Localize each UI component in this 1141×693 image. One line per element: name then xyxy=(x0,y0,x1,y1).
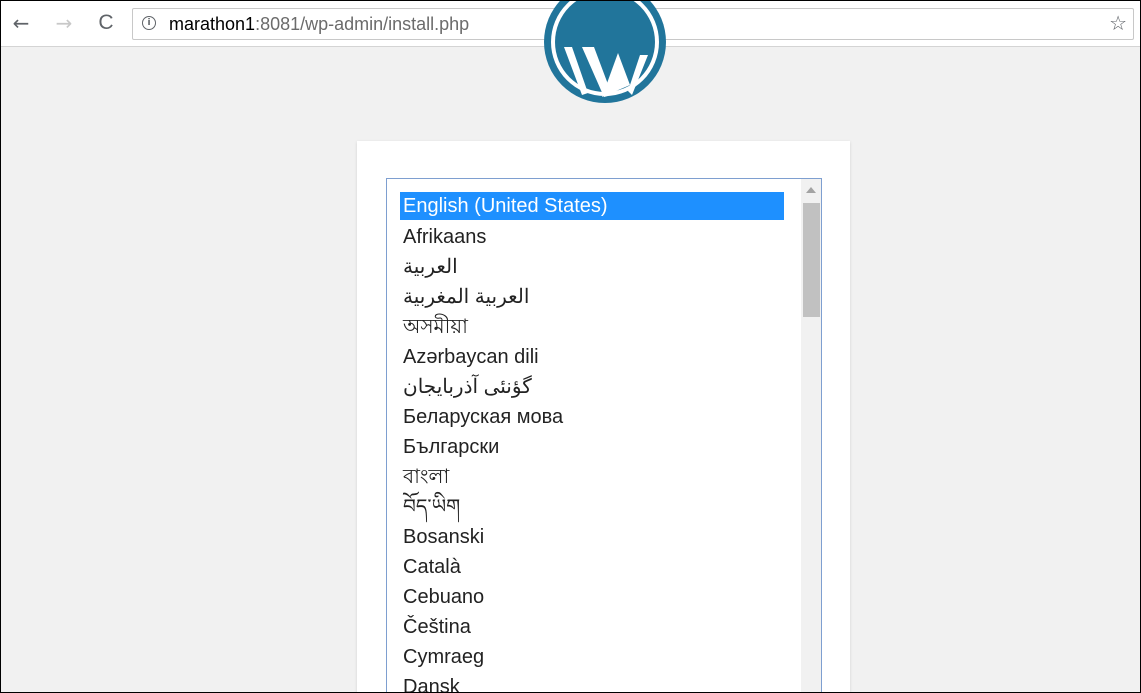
scroll-up-arrow-icon[interactable] xyxy=(806,187,816,193)
reload-button[interactable]: C xyxy=(94,11,118,35)
url-path: :8081/wp-admin/install.php xyxy=(255,14,470,34)
wordpress-logo-icon xyxy=(544,1,666,103)
forward-button[interactable]: → xyxy=(52,11,76,35)
setup-card: English (United States) Afrikaans العربية ا… xyxy=(357,141,850,692)
bookmark-star-icon[interactable]: ☆ xyxy=(1109,12,1127,34)
language-option[interactable]: گؤنئی آذربایجان xyxy=(400,372,784,402)
scrollbar[interactable] xyxy=(801,179,821,692)
language-option[interactable]: Bosanski xyxy=(400,522,784,552)
language-option[interactable]: Cebuano xyxy=(400,582,784,612)
language-option[interactable]: Dansk xyxy=(400,672,784,692)
url-host: marathon1 xyxy=(169,14,256,34)
scrollbar-thumb[interactable] xyxy=(803,203,820,317)
language-option[interactable]: Čeština xyxy=(400,612,784,642)
browser-window: ← → C i marathon1:8081/wp-admin/install.… xyxy=(0,0,1141,693)
language-option[interactable]: Afrikaans xyxy=(400,222,784,252)
language-option[interactable]: العربية xyxy=(400,252,784,282)
language-option[interactable]: অসমীয়া xyxy=(400,312,784,342)
language-option[interactable]: Català xyxy=(400,552,784,582)
language-option[interactable]: العربية المغربية xyxy=(400,282,784,312)
language-option[interactable]: Български xyxy=(400,432,784,462)
language-option[interactable]: বাংলা xyxy=(400,462,784,492)
language-option[interactable]: བོད་ཡིག xyxy=(400,492,784,522)
language-select[interactable]: English (United States) Afrikaans العربية ا… xyxy=(386,178,822,692)
url-text[interactable]: marathon1:8081/wp-admin/install.php xyxy=(169,14,469,34)
install-page: English (United States) Afrikaans العربية ا… xyxy=(1,1,1140,692)
language-option[interactable]: English (United States) xyxy=(400,192,784,220)
language-options-list: English (United States) Afrikaans العربية ا… xyxy=(400,192,784,692)
back-button[interactable]: ← xyxy=(9,11,33,35)
language-option[interactable]: Azərbaycan dili xyxy=(400,342,784,372)
language-option[interactable]: Беларуская мова xyxy=(400,402,784,432)
info-icon[interactable]: i xyxy=(142,16,156,30)
language-option[interactable]: Cymraeg xyxy=(400,642,784,672)
